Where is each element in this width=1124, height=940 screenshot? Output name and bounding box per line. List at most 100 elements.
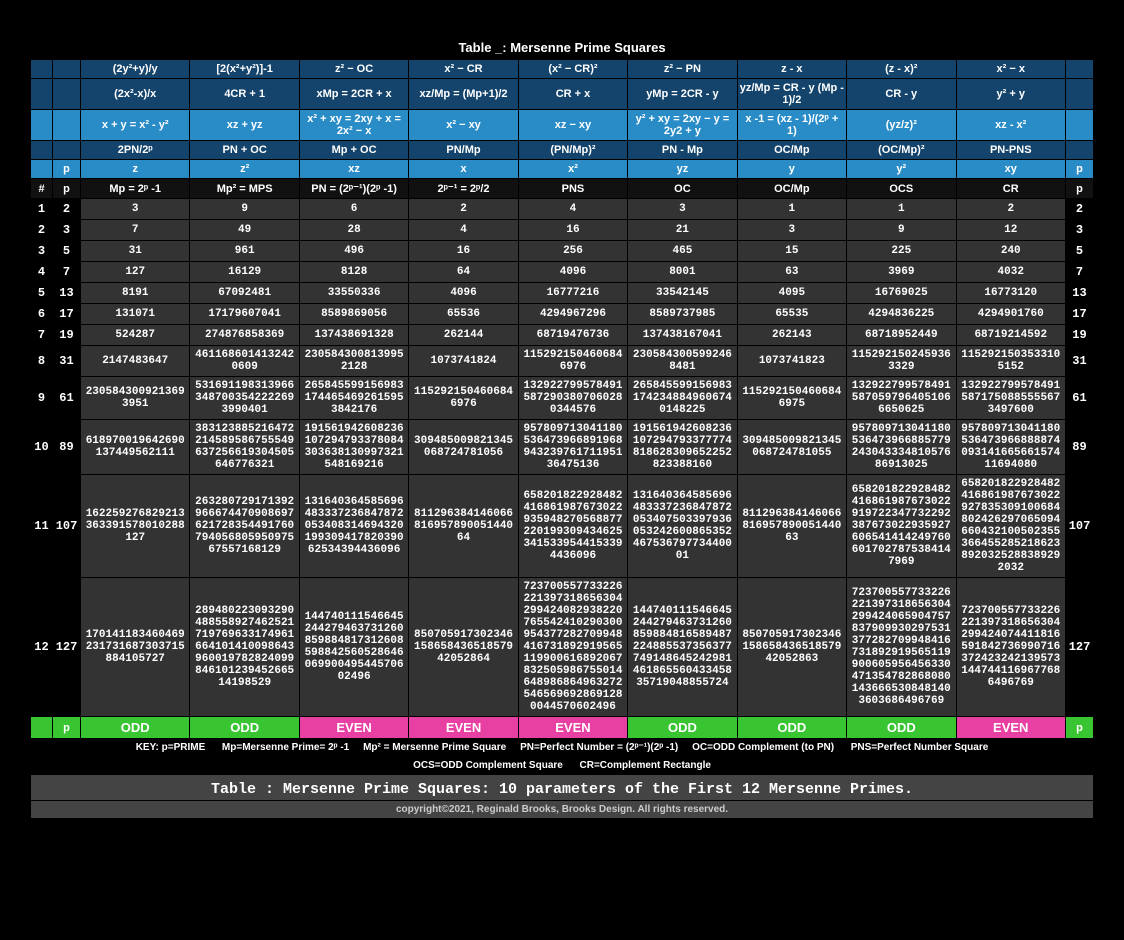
p-value: 5	[53, 241, 81, 262]
data-cell: 8589869056	[299, 304, 408, 325]
p-value: 61	[53, 377, 81, 420]
data-cell: 3969	[847, 262, 956, 283]
cell	[31, 141, 53, 160]
p-value: 127	[1066, 578, 1094, 717]
data-cell: 961	[190, 241, 299, 262]
cell	[31, 60, 53, 79]
cell: p	[53, 179, 81, 199]
data-cell: 1316403645856964833372368478720534075033…	[628, 475, 737, 578]
data-cell: 7237005577332262213973186563042994240744…	[956, 578, 1066, 717]
cell: #	[31, 179, 53, 199]
parity-cell: ODD	[81, 717, 190, 739]
data-cell: 7237005577332262213973186563042994240659…	[847, 578, 956, 717]
data-cell: 309485009821345068724781055	[737, 420, 846, 475]
data-cell: 16777216	[518, 283, 627, 304]
cell: x²	[518, 160, 627, 179]
data-cell: 4032	[956, 262, 1066, 283]
data-cell: 68719476736	[518, 325, 627, 346]
p-value: 17	[53, 304, 81, 325]
data-cell: 127	[81, 262, 190, 283]
cell: p	[53, 160, 81, 179]
cell	[53, 110, 81, 141]
cell	[31, 110, 53, 141]
p-value: 3	[1066, 220, 1094, 241]
data-cell: 4	[409, 220, 518, 241]
p-value: 3	[53, 220, 81, 241]
p-value: 19	[1066, 325, 1094, 346]
p-value: 61	[1066, 377, 1094, 420]
data-cell: 6582018229284824168619876730229197223477…	[847, 475, 956, 578]
parity-cell: ODD	[628, 717, 737, 739]
cell: z² − OC	[299, 60, 408, 79]
data-cell: 1	[737, 199, 846, 220]
data-cell: 17179607041	[190, 304, 299, 325]
cell: xz - x²	[956, 110, 1066, 141]
p-value: 31	[1066, 346, 1094, 377]
cell	[1066, 110, 1094, 141]
data-cell: 3	[628, 199, 737, 220]
data-cell: 4611686014132420609	[190, 346, 299, 377]
data-cell: 4	[518, 199, 627, 220]
data-cell: 170141183460469231731687303715884105727	[81, 578, 190, 717]
data-cell: 618970019642690137449562111	[81, 420, 190, 475]
cell: PN + OC	[190, 141, 299, 160]
cell: 2ᵖ⁻¹ = 2ᵖ/2	[409, 179, 518, 199]
data-cell: 65536	[409, 304, 518, 325]
parity-cell: EVEN	[956, 717, 1066, 739]
cell: (PN/Mp)²	[518, 141, 627, 160]
data-cell: 16	[518, 220, 627, 241]
cell: (z - x)²	[847, 60, 956, 79]
p-value: 7	[1066, 262, 1094, 283]
key-line-1: KEY: p=PRIME Mp=Mersenne Prime= 2ᵖ -1 Mp…	[31, 739, 1094, 757]
data-cell: 240	[956, 241, 1066, 262]
data-cell: 262143	[737, 325, 846, 346]
data-cell: 7237005577332262213973186563042994240829…	[518, 578, 627, 717]
data-cell: 1	[847, 199, 956, 220]
data-cell: 15	[737, 241, 846, 262]
row-index: 8	[31, 346, 53, 377]
data-cell: 256	[518, 241, 627, 262]
data-cell: 262144	[409, 325, 518, 346]
cell: (OC/Mp)²	[847, 141, 956, 160]
data-cell: 9578097130411805364739668919689432397617…	[518, 420, 627, 475]
cell: [2(x²+y²)]-1	[190, 60, 299, 79]
data-cell: 6	[299, 199, 408, 220]
p-value: 17	[1066, 304, 1094, 325]
cell: y	[737, 160, 846, 179]
cell: p	[1066, 160, 1094, 179]
data-cell: 68719214592	[956, 325, 1066, 346]
data-cell: 1152921502459363329	[847, 346, 956, 377]
cell	[31, 160, 53, 179]
data-cell: 33550336	[299, 283, 408, 304]
cell: x² + xy = 2xy + x = 2x² − x	[299, 110, 408, 141]
mersenne-table: (2y²+y)/y[2(x²+y²)]-1z² − OCx² − CR(x² −…	[30, 59, 1094, 819]
data-cell: 5316911983139663487003542222693990401	[190, 377, 299, 420]
data-cell: 64	[409, 262, 518, 283]
cell: xz − xy	[518, 110, 627, 141]
row-index: 5	[31, 283, 53, 304]
data-cell: 1447401115466452442794637312608598848173…	[299, 578, 408, 717]
row-index: 10	[31, 420, 53, 475]
data-cell: 309485009821345068724781056	[409, 420, 518, 475]
cell: Mp + OC	[299, 141, 408, 160]
data-cell: 1152921504606846975	[737, 377, 846, 420]
parity-cell: p	[53, 717, 81, 739]
data-cell: 2658455991569831744654692615953842176	[299, 377, 408, 420]
data-cell: 2305843005992468481	[628, 346, 737, 377]
data-cell: 31	[81, 241, 190, 262]
cell: (yz/z)²	[847, 110, 956, 141]
cell: yz	[628, 160, 737, 179]
cell: x + y = x² - y²	[81, 110, 190, 141]
data-cell: 16769025	[847, 283, 956, 304]
p-value: 13	[53, 283, 81, 304]
data-cell: 16773120	[956, 283, 1066, 304]
data-cell: 2894802230932904885589274625217197696331…	[190, 578, 299, 717]
cell	[1066, 141, 1094, 160]
caption-main: Table : Mersenne Prime Squares: 10 param…	[31, 775, 1094, 801]
data-cell: 16129	[190, 262, 299, 283]
data-cell: 9	[847, 220, 956, 241]
cell: z² − PN	[628, 60, 737, 79]
cell	[1066, 79, 1094, 110]
cell: (2y²+y)/y	[81, 60, 190, 79]
parity-cell	[31, 717, 53, 739]
